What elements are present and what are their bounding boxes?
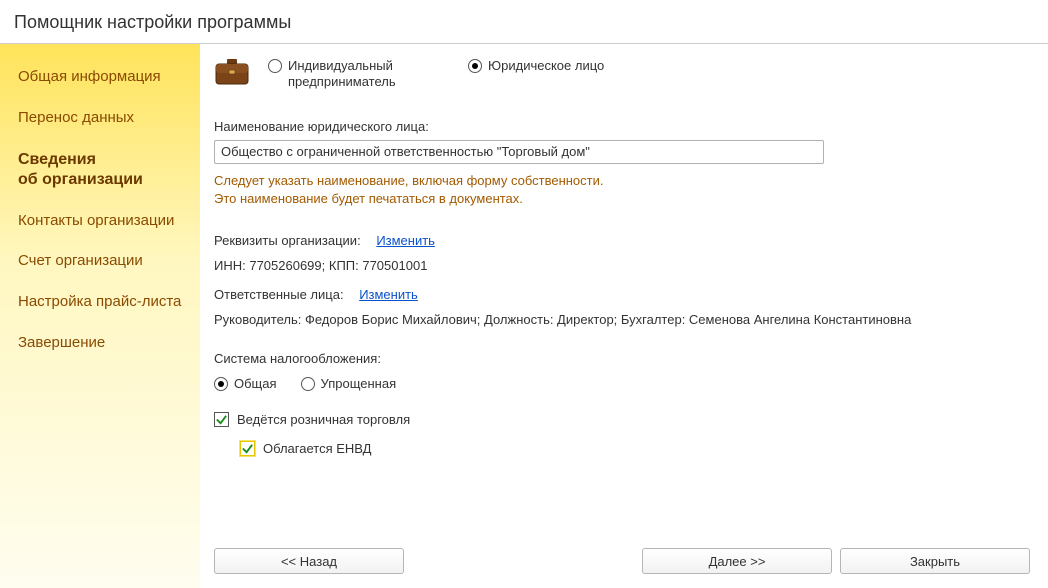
next-button[interactable]: Далее >>	[642, 548, 832, 574]
radio-icon	[301, 377, 315, 391]
envd-checkbox-label: Облагается ЕНВД	[263, 441, 371, 456]
envd-checkbox[interactable]	[240, 441, 255, 456]
sidebar-item-org-contacts[interactable]: Контакты организации	[0, 202, 200, 243]
radio-icon	[214, 377, 228, 391]
tax-system-label: Система налогообложения:	[214, 351, 1030, 366]
back-button[interactable]: << Назад	[214, 548, 404, 574]
wizard-sidebar: Общая информация Перенос данных Сведения…	[0, 44, 200, 588]
sidebar-item-pricelist-setup[interactable]: Настройка прайс-листа	[0, 283, 200, 324]
sidebar-item-org-account[interactable]: Счет организации	[0, 242, 200, 283]
tax-general-radio[interactable]: Общая	[214, 376, 277, 392]
org-type-individual-radio[interactable]: Индивидуальный предприниматель	[268, 58, 438, 91]
wizard-footer: << Назад Далее >> Закрыть	[214, 548, 1030, 574]
window-title: Помощник настройки программы	[0, 0, 1048, 44]
radio-icon	[268, 59, 282, 73]
tax-general-label: Общая	[234, 376, 277, 392]
check-icon	[241, 442, 254, 455]
tax-simplified-radio[interactable]: Упрощенная	[301, 376, 397, 392]
responsibles-summary: Руководитель: Федоров Борис Михайлович; …	[214, 312, 1030, 327]
briefcase-icon	[214, 58, 250, 88]
retail-checkbox-label: Ведётся розничная торговля	[237, 412, 410, 427]
org-type-legal-radio[interactable]: Юридическое лицо	[468, 58, 604, 74]
sidebar-item-general-info[interactable]: Общая информация	[0, 58, 200, 99]
close-button[interactable]: Закрыть	[840, 548, 1030, 574]
responsibles-label: Ответственные лица:	[214, 287, 344, 302]
check-icon	[215, 413, 228, 426]
org-type-legal-label: Юридическое лицо	[488, 58, 604, 74]
retail-checkbox[interactable]	[214, 412, 229, 427]
requisites-label: Реквизиты организации:	[214, 233, 361, 248]
org-type-individual-label: Индивидуальный предприниматель	[288, 58, 438, 91]
sidebar-item-data-transfer[interactable]: Перенос данных	[0, 99, 200, 140]
requisites-change-link[interactable]: Изменить	[376, 233, 435, 248]
radio-icon	[468, 59, 482, 73]
tax-simplified-label: Упрощенная	[321, 376, 397, 392]
main-panel: Индивидуальный предприниматель Юридическ…	[200, 44, 1048, 588]
org-name-hint: Следует указать наименование, включая фо…	[214, 172, 1030, 210]
org-name-label: Наименование юридического лица:	[214, 119, 1030, 134]
org-name-input[interactable]	[214, 140, 824, 164]
sidebar-item-finish[interactable]: Завершение	[0, 324, 200, 365]
inn-kpp-line: ИНН: 7705260699; КПП: 770501001	[214, 258, 1030, 273]
responsibles-change-link[interactable]: Изменить	[359, 287, 418, 302]
sidebar-item-org-details[interactable]: Сведения об организации	[0, 140, 200, 202]
